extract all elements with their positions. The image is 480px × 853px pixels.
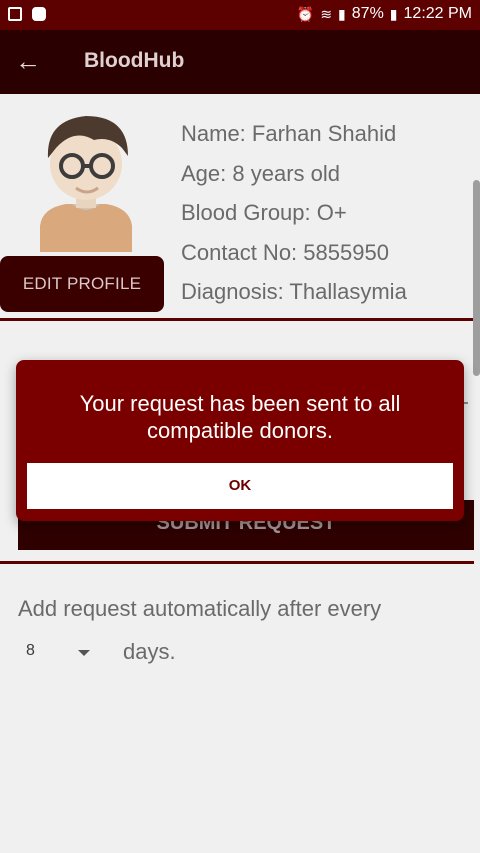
profile-blood-group: Blood Group: O+ — [181, 200, 347, 225]
profile-info: Name: Farhan Shahid Age: 8 years old Blo… — [181, 116, 407, 314]
confirmation-dialog: Your request has been sent to all compat… — [16, 360, 464, 521]
wifi-icon: ≋ — [320, 5, 333, 22]
app-title: BloodHub — [84, 49, 185, 72]
days-value: 8 — [26, 642, 35, 659]
profile-age: Age: 8 years old — [181, 160, 340, 186]
gallery-icon — [8, 7, 22, 21]
app-bar: ← BloodHub — [0, 30, 480, 94]
divider — [0, 561, 474, 564]
profile-contact: Contact No: 5855950 — [181, 239, 389, 265]
battery-icon: ▮ — [389, 5, 398, 22]
notification-icon — [32, 7, 46, 21]
days-suffix: days. — [123, 639, 176, 664]
dropdown-arrow-icon — [78, 650, 90, 656]
alarm-icon: ⏰ — [296, 5, 315, 22]
profile-name: Name: Farhan Shahid — [181, 121, 397, 146]
back-arrow-icon[interactable]: ← — [12, 46, 44, 78]
avatar — [40, 116, 132, 252]
battery-level: 87% — [351, 5, 384, 22]
signal-icon: ▮ — [338, 5, 346, 22]
days-dropdown[interactable]: 8 — [18, 636, 104, 670]
clock: 12:22 PM — [403, 5, 472, 22]
auto-request-label: Add request automatically after every — [18, 596, 382, 621]
profile-diagnosis: Diagnosis: Thallasymia — [181, 279, 407, 304]
dialog-message: Your request has been sent to all compat… — [79, 391, 401, 443]
scrollbar[interactable] — [473, 180, 480, 376]
status-bar: ⏰ ≋ ▮ 87% ▮ 12:22 PM — [0, 0, 480, 30]
ok-button[interactable]: OK — [27, 463, 453, 509]
divider — [0, 318, 474, 321]
edit-profile-button[interactable]: EDIT PROFILE — [0, 256, 164, 312]
